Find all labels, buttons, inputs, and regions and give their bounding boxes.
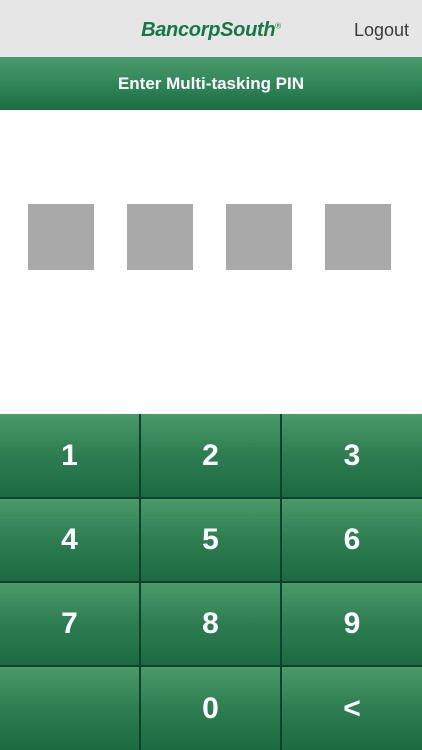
pin-header: Enter Multi-tasking PIN — [0, 57, 422, 110]
key-2[interactable]: 2 — [141, 414, 280, 497]
page-title: Enter Multi-tasking PIN — [117, 73, 305, 93]
pin-digit-box-2 — [127, 204, 193, 270]
pin-digit-box-3 — [226, 204, 292, 270]
key-6[interactable]: 6 — [282, 499, 422, 581]
registered-mark: ® — [275, 21, 281, 31]
numeric-keypad: 1 2 3 4 5 6 7 8 9 0 < — [0, 414, 422, 750]
key-blank — [0, 667, 139, 750]
key-1[interactable]: 1 — [0, 414, 139, 497]
key-5[interactable]: 5 — [141, 499, 280, 581]
key-3[interactable]: 3 — [282, 414, 422, 497]
top-bar: BancorpSouth® Logout — [0, 0, 422, 57]
key-0[interactable]: 0 — [141, 667, 280, 750]
backspace-key[interactable]: < — [282, 667, 422, 750]
pin-digit-box-4 — [325, 204, 391, 270]
key-4[interactable]: 4 — [0, 499, 139, 581]
key-9[interactable]: 9 — [282, 583, 422, 665]
key-7[interactable]: 7 — [0, 583, 139, 665]
key-8[interactable]: 8 — [141, 583, 280, 665]
logout-button[interactable]: Logout — [354, 20, 409, 41]
pin-digit-box-1 — [28, 204, 94, 270]
brand-name: BancorpSouth — [141, 19, 276, 41]
